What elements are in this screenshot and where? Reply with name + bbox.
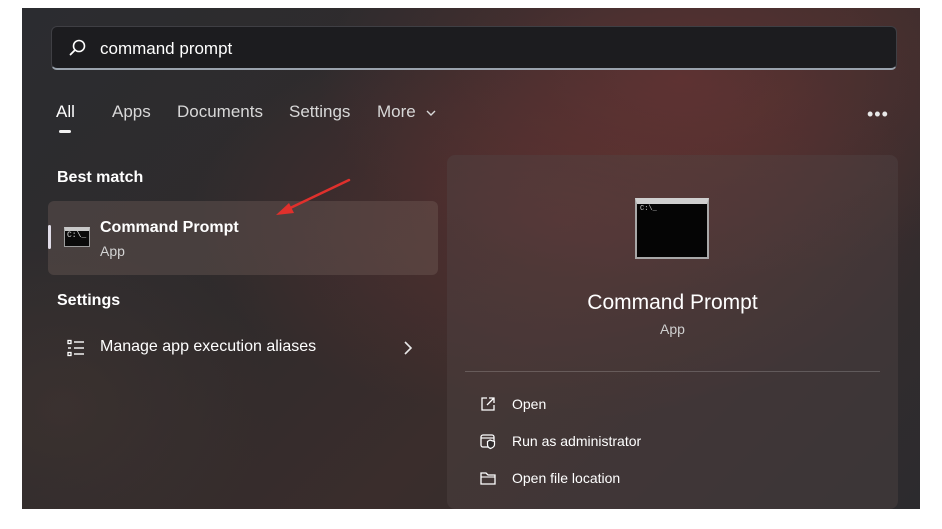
action-run-as-administrator-label: Run as administrator: [512, 433, 642, 449]
settings-heading: Settings: [57, 292, 121, 309]
best-match-heading: Best match: [57, 169, 144, 186]
best-match-title: Command Prompt: [100, 219, 239, 236]
more-options-button[interactable]: •••: [867, 104, 889, 125]
start-search-panel: All Apps Documents Settings More ••• Bes…: [22, 8, 920, 509]
tab-documents[interactable]: Documents: [177, 102, 263, 122]
folder-icon: [480, 472, 496, 485]
tab-settings-label: Settings: [289, 102, 351, 121]
chevron-right-icon: [404, 341, 413, 355]
preview-subtitle: App: [660, 321, 685, 337]
command-prompt-icon: C:\_: [64, 227, 90, 247]
open-icon: [481, 397, 495, 411]
search-icon: [69, 39, 86, 56]
active-tab-indicator: [59, 130, 72, 133]
setting-manage-app-execution-aliases[interactable]: Manage app execution aliases: [48, 328, 438, 368]
action-run-as-administrator[interactable]: Run as administrator: [479, 430, 859, 454]
list-settings-icon: [67, 339, 84, 357]
selection-accent-bar: [48, 225, 51, 249]
setting-label: Manage app execution aliases: [100, 338, 317, 355]
tab-all[interactable]: All: [56, 102, 75, 133]
tab-more-label: More: [377, 102, 416, 121]
chevron-down-icon: [426, 110, 436, 116]
tab-settings[interactable]: Settings: [289, 102, 350, 122]
best-match-command-prompt[interactable]: C:\_ Command Prompt App: [48, 201, 438, 275]
preview-pane: C:\_ Command Prompt App Open Run as admi…: [447, 155, 898, 509]
tab-documents-label: Documents: [177, 102, 263, 121]
action-open-label: Open: [512, 396, 547, 412]
tab-more[interactable]: More: [377, 102, 436, 122]
action-open[interactable]: Open: [479, 393, 859, 417]
action-open-file-location[interactable]: Open file location: [479, 467, 859, 491]
search-box[interactable]: [51, 26, 897, 70]
action-open-file-location-label: Open file location: [512, 470, 621, 486]
preview-title: Command Prompt: [587, 291, 758, 314]
best-match-subtitle: App: [100, 243, 125, 259]
search-input[interactable]: [98, 35, 862, 63]
tab-all-label: All: [56, 102, 75, 121]
admin-shield-icon: [480, 434, 496, 450]
command-prompt-large-icon: C:\_: [635, 198, 709, 259]
tab-apps-label: Apps: [112, 102, 151, 121]
preview-divider: [465, 371, 880, 372]
tab-apps[interactable]: Apps: [112, 102, 151, 122]
